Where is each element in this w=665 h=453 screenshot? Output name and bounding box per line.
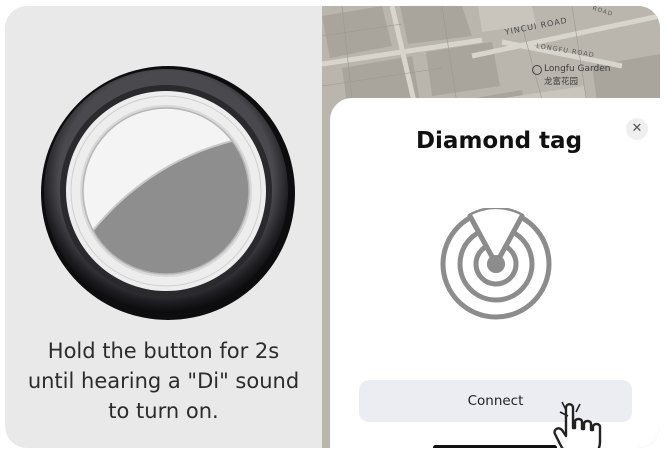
map-place-name: Longfu Garden bbox=[544, 64, 611, 74]
dialog-title: Diamond tag bbox=[415, 128, 583, 154]
instruction-text: Hold the button for 2s until hearing a "… bbox=[5, 336, 322, 426]
instruction-line-2: until hearing a "Di" sound bbox=[27, 369, 300, 393]
map-place-name-cn: 龙富花园 bbox=[544, 77, 579, 87]
product-screenshot: Hold the button for 2s until hearing a "… bbox=[0, 0, 665, 453]
close-button[interactable]: ✕ bbox=[626, 118, 648, 140]
radar-icon bbox=[440, 208, 552, 320]
pointing-hand-icon bbox=[553, 401, 602, 448]
instruction-panel: Hold the button for 2s until hearing a "… bbox=[5, 6, 322, 448]
pairing-dialog: Diamond tag ✕ Connect bbox=[330, 98, 660, 448]
map-pin-icon bbox=[532, 65, 542, 75]
app-screen: ROAD YINCUI ROAD LONGFU ROAD Longfu Gard… bbox=[322, 6, 660, 448]
home-indicator bbox=[433, 445, 557, 448]
instruction-line-3: to turn on. bbox=[108, 399, 219, 423]
close-icon: ✕ bbox=[631, 121, 643, 136]
instruction-line-1: Hold the button for 2s bbox=[47, 339, 280, 363]
tracker-device-image bbox=[41, 66, 295, 320]
